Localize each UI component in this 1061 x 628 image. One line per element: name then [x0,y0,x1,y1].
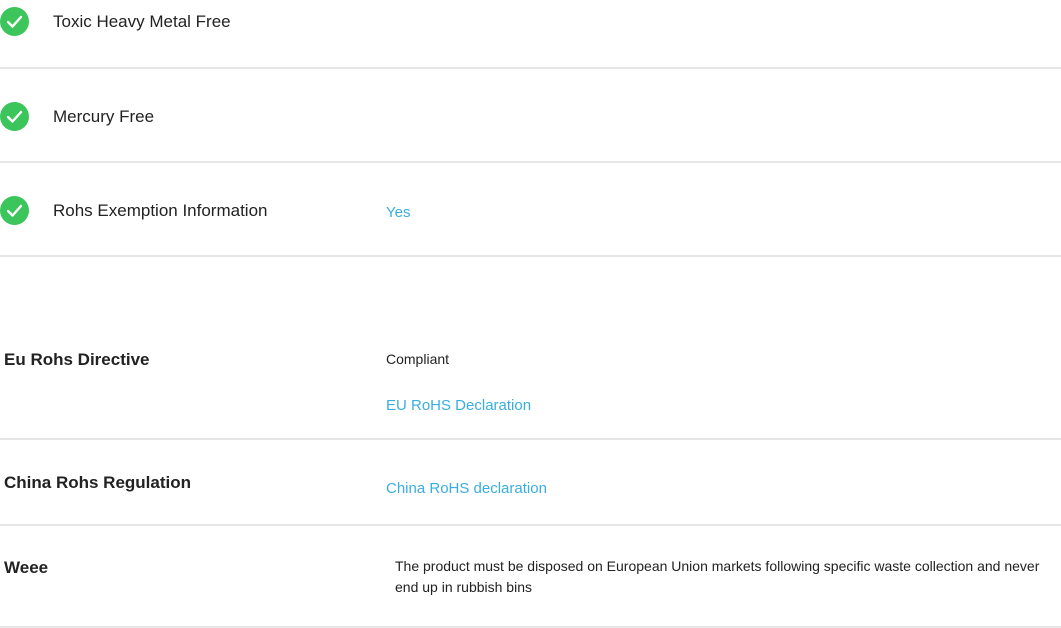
feature-row-toxic-heavy-metal-free: Toxic Heavy Metal Free [0,0,1061,69]
eu-rohs-declaration-link[interactable]: EU RoHS Declaration [386,397,531,414]
regulation-label: China Rohs Regulation [4,473,191,492]
china-rohs-declaration-link[interactable]: China RoHS declaration [386,480,547,497]
feature-row-mercury-free: Mercury Free [0,69,1061,163]
feature-label: Mercury Free [53,107,155,126]
check-circle-icon [0,7,29,36]
weee-description: The product must be disposed on European… [395,558,1040,595]
regulation-row-eu-rohs: Eu Rohs Directive Compliant EU RoHS Decl… [0,331,1061,440]
regulation-label: Weee [4,558,49,577]
regulation-row-weee: Weee The product must be disposed on Eur… [0,526,1061,628]
feature-label: Toxic Heavy Metal Free [53,12,231,31]
feature-row-rohs-exemption: Rohs Exemption Information Yes [0,163,1061,257]
regulation-row-china-rohs: China Rohs Regulation China RoHS declara… [0,440,1061,526]
compliance-status: Compliant [386,351,450,367]
check-circle-icon [0,102,29,131]
feature-label: Rohs Exemption Information [53,201,268,220]
rohs-exemption-yes-link[interactable]: Yes [386,204,410,221]
regulation-label: Eu Rohs Directive [4,350,150,369]
check-circle-icon [0,196,29,225]
